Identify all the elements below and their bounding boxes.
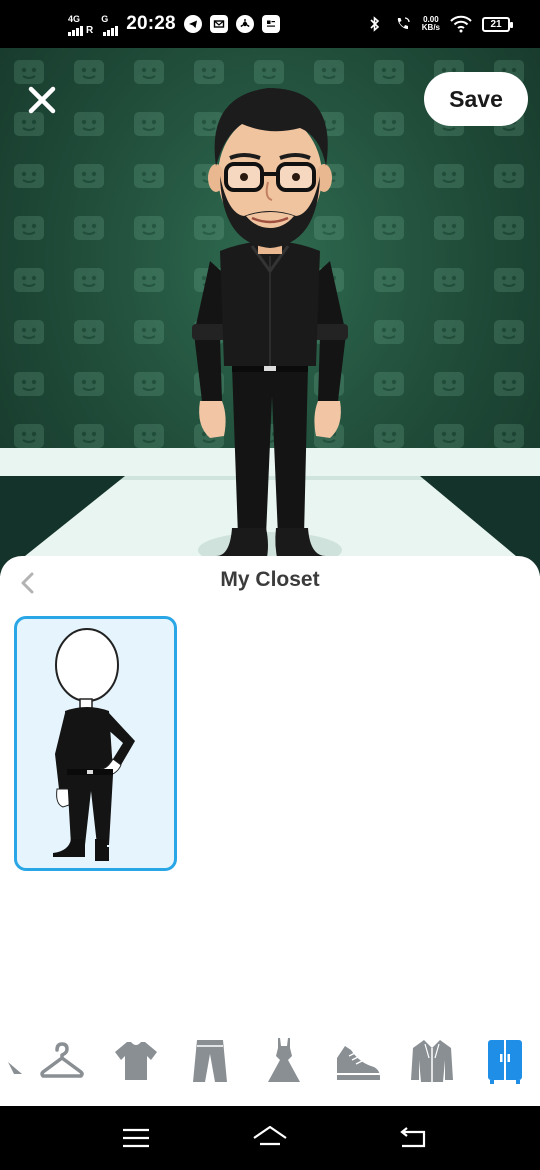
hanger-partial-icon[interactable]: [0, 1036, 28, 1086]
home-icon[interactable]: [252, 1122, 288, 1154]
dress-icon[interactable]: [259, 1036, 309, 1086]
menu-icon[interactable]: [118, 1122, 154, 1154]
system-nav-bar: [0, 1106, 540, 1170]
network-4g-indicator: 4G R: [68, 12, 93, 36]
sneaker-icon[interactable]: [333, 1036, 383, 1086]
save-button[interactable]: Save: [424, 72, 528, 126]
chrome-icon: [235, 15, 254, 33]
closet-title: My Closet: [220, 568, 320, 591]
network-g-indicator: G: [101, 12, 119, 36]
pants-icon[interactable]: [185, 1036, 235, 1086]
wardrobe-icon[interactable]: [480, 1036, 530, 1086]
bluetooth-icon: [370, 16, 379, 32]
hanger-icon[interactable]: [37, 1036, 87, 1086]
status-bar: 4G R G 20:28 0.00 KB/s 21: [0, 0, 540, 48]
speed-unit: KB/s: [421, 23, 440, 32]
battery-indicator: 21: [482, 16, 513, 32]
closet-panel: My Closet: [0, 556, 540, 1106]
network-g-label: G: [101, 14, 109, 24]
category-bar: [0, 1026, 540, 1106]
close-icon[interactable]: [26, 84, 58, 116]
tshirt-icon[interactable]: [111, 1036, 161, 1086]
clock: 20:28: [126, 13, 176, 34]
wifi-icon: [450, 15, 472, 33]
network-speed: 0.00 KB/s: [422, 16, 440, 32]
back-icon[interactable]: [394, 1122, 430, 1154]
avatar-stage: Save: [0, 48, 540, 578]
signal-bars-2-icon: [103, 22, 119, 36]
signal-bars-icon: [68, 22, 83, 36]
status-left: 4G R G 20:28: [68, 0, 280, 48]
network-4g-label: 4G: [68, 14, 81, 24]
news-icon: [261, 15, 280, 33]
jacket-icon[interactable]: [407, 1036, 457, 1086]
telegram-icon: [183, 15, 202, 33]
mail-icon: [209, 15, 228, 33]
wifi-calling-icon: [397, 17, 410, 29]
battery-level: 21: [490, 18, 502, 30]
outfit-thumbnail: [53, 628, 135, 861]
status-right: 0.00 KB/s 21: [366, 0, 513, 48]
saved-outfit-card[interactable]: [14, 616, 177, 871]
roaming-label: R: [86, 25, 94, 36]
avatar-preview: [192, 88, 348, 566]
